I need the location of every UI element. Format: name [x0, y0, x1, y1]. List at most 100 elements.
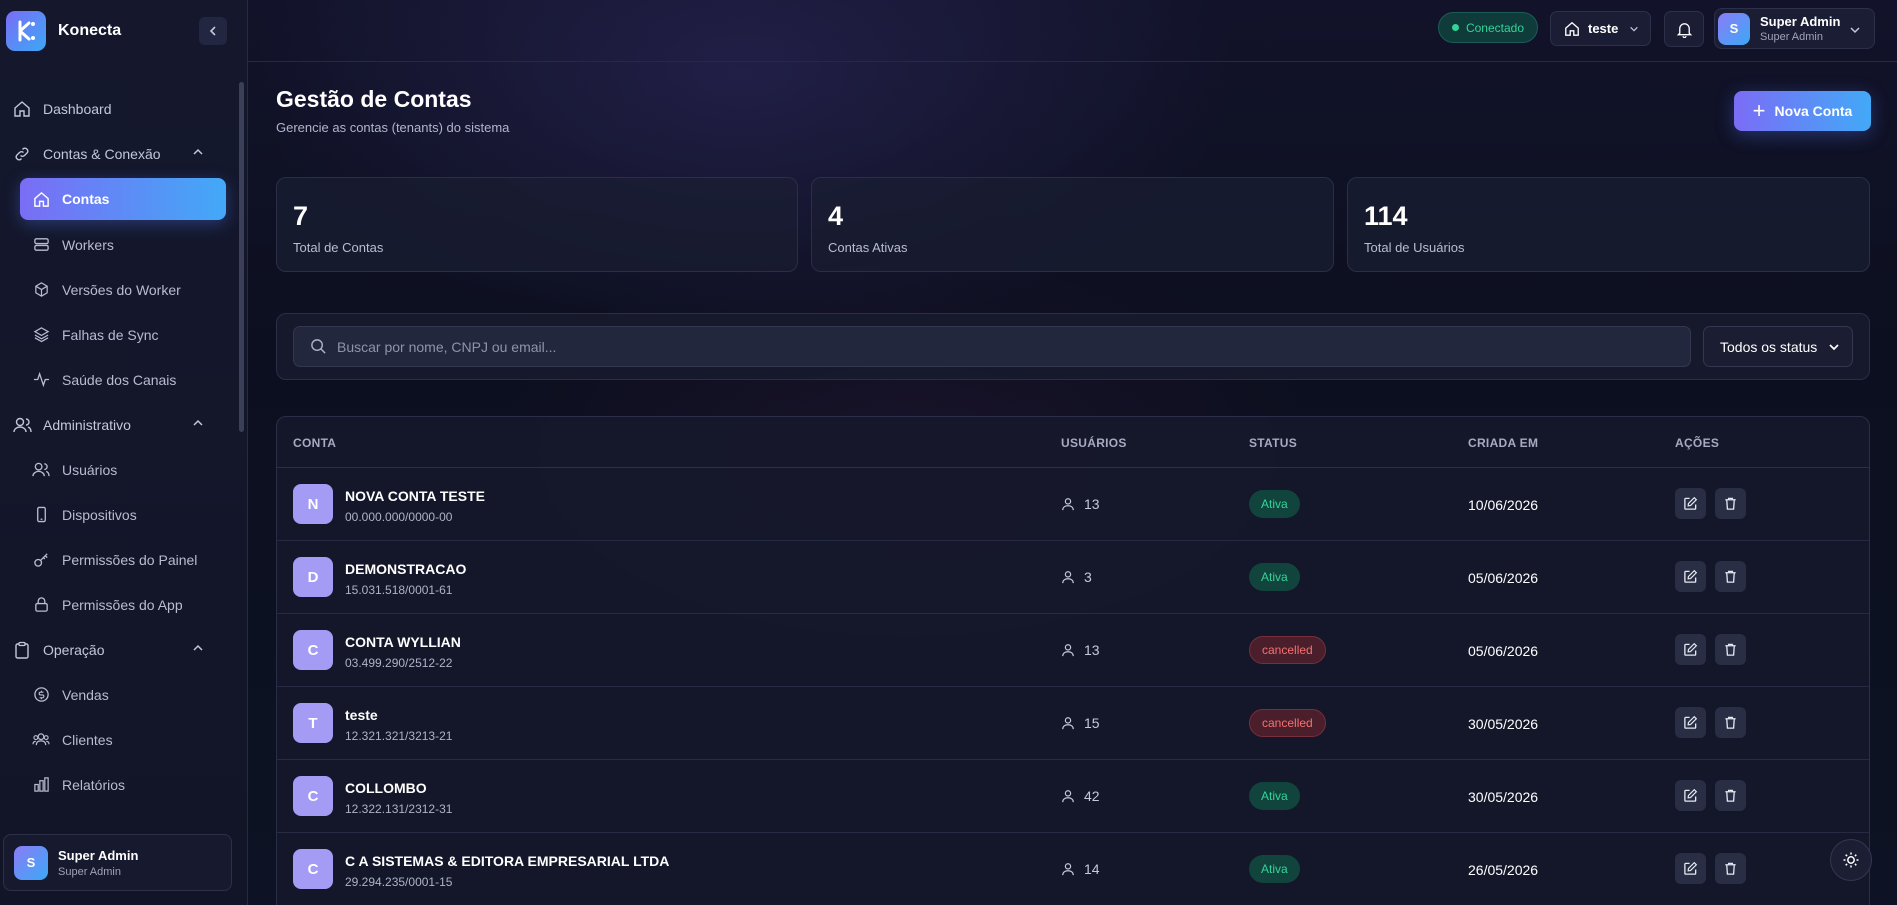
- connection-status-badge: Conectado: [1438, 12, 1538, 43]
- user-name: Super Admin: [58, 847, 139, 863]
- status-badge: cancelled: [1249, 636, 1326, 664]
- sidebar-scrollbar[interactable]: [239, 82, 244, 432]
- table-row[interactable]: C COLLOMBO 12.322.131/2312-31 42 Ativa 3…: [277, 760, 1869, 833]
- account-users-count: 13: [1084, 496, 1100, 512]
- account-created-date: 30/05/2026: [1468, 716, 1539, 732]
- home-icon: [1565, 21, 1579, 36]
- table-row[interactable]: D DEMONSTRACAO 15.031.518/0001-61 3 Ativ…: [277, 541, 1869, 614]
- sidebar-item-relatorios[interactable]: Relatórios: [0, 762, 240, 807]
- table-row[interactable]: T teste 12.321.321/3213-21 15 cancelled …: [277, 687, 1869, 760]
- home-icon: [12, 99, 32, 119]
- header-usuarios: USUÁRIOS: [1061, 436, 1127, 450]
- edit-button[interactable]: [1675, 707, 1706, 738]
- edit-button[interactable]: [1675, 488, 1706, 519]
- sidebar-item-dispositivos[interactable]: Dispositivos: [0, 492, 240, 537]
- sidebar-group-operacao[interactable]: Operação: [0, 627, 240, 672]
- app-name: Konecta: [58, 22, 122, 39]
- account-users: 3: [1061, 569, 1092, 585]
- stat-label: Total de Contas: [293, 240, 384, 255]
- new-account-label: Nova Conta: [1774, 103, 1853, 119]
- stat-card-total: 7 Total de Contas: [276, 177, 798, 272]
- sidebar-collapse-button[interactable]: [199, 17, 227, 45]
- user-role: Super Admin: [58, 865, 121, 878]
- header-acoes: AÇÕES: [1675, 436, 1720, 450]
- sidebar-item-falhas[interactable]: Falhas de Sync: [0, 312, 240, 357]
- sidebar-group-admin[interactable]: Administrativo: [0, 402, 240, 447]
- connection-status-label: Conectado: [1465, 20, 1525, 35]
- sidebar-item-perm-app[interactable]: Permissões do App: [0, 582, 240, 627]
- sidebar-item-label: Permissões do App: [62, 596, 183, 613]
- notifications-button[interactable]: [1664, 11, 1704, 47]
- account-name: COLLOMBO: [345, 780, 427, 796]
- edit-button[interactable]: [1675, 853, 1706, 884]
- sidebar-user-card[interactable]: S Super Admin Super Admin: [3, 834, 232, 891]
- smartphone-icon: [32, 506, 50, 524]
- search-input[interactable]: [337, 338, 1637, 355]
- account-avatar: C: [293, 849, 333, 889]
- status-badge: cancelled: [1249, 709, 1326, 737]
- clipboard-icon: [12, 640, 32, 660]
- table-row[interactable]: N NOVA CONTA TESTE 00.000.000/0000-00 13…: [277, 468, 1869, 541]
- status-badge: Ativa: [1249, 490, 1300, 518]
- delete-button[interactable]: [1715, 561, 1746, 592]
- sidebar: Konecta Dashboard Contas & Conexão Conta…: [0, 0, 248, 905]
- edit-icon: [1684, 861, 1698, 875]
- sidebar-item-dashboard[interactable]: Dashboard: [0, 86, 240, 131]
- sidebar-item-perm-painel[interactable]: Permissões do Painel: [0, 537, 240, 582]
- sidebar-item-label: Dispositivos: [62, 506, 137, 523]
- plus-icon: +: [1752, 98, 1766, 123]
- edit-button[interactable]: [1675, 561, 1706, 592]
- tenant-selector[interactable]: teste: [1550, 11, 1651, 46]
- sidebar-item-saude[interactable]: Saúde dos Canais: [0, 357, 240, 402]
- account-users: 42: [1061, 788, 1100, 804]
- account-document: 15.031.518/0001-61: [345, 583, 453, 597]
- account-users-count: 14: [1084, 861, 1100, 877]
- search-box[interactable]: [293, 326, 1691, 367]
- logo-icon[interactable]: [6, 11, 46, 51]
- sidebar-item-workers[interactable]: Workers: [0, 222, 240, 267]
- sidebar-item-usuarios[interactable]: Usuários: [0, 447, 240, 492]
- tenant-label: teste: [1588, 21, 1619, 36]
- theme-toggle-button[interactable]: [1830, 839, 1872, 881]
- sidebar-item-clientes[interactable]: Clientes: [0, 717, 240, 762]
- status-filter-select[interactable]: Todos os status: [1703, 326, 1853, 367]
- chevron-left-icon: [209, 26, 216, 36]
- app-root: Konecta Dashboard Contas & Conexão Conta…: [0, 0, 1897, 905]
- sidebar-item-vendas[interactable]: Vendas: [0, 672, 240, 717]
- sidebar-item-versoes[interactable]: Versões do Worker: [0, 267, 240, 312]
- new-account-button[interactable]: + Nova Conta: [1734, 91, 1871, 131]
- delete-button[interactable]: [1715, 707, 1746, 738]
- delete-button[interactable]: [1715, 780, 1746, 811]
- status-filter-value: Todos os status: [1720, 338, 1818, 355]
- edit-button[interactable]: [1675, 780, 1706, 811]
- sidebar-item-label: Dashboard: [43, 100, 112, 117]
- stat-label: Total de Usuários: [1364, 240, 1465, 255]
- avatar: S: [14, 845, 48, 880]
- sidebar-item-contas[interactable]: Contas: [20, 178, 226, 220]
- account-created-date: 30/05/2026: [1468, 789, 1539, 805]
- account-avatar: D: [293, 557, 333, 597]
- account-users-count: 15: [1084, 715, 1100, 731]
- users-icon: [32, 461, 50, 479]
- bell-icon: [1676, 22, 1692, 38]
- account-name: NOVA CONTA TESTE: [345, 488, 485, 504]
- page-subtitle: Gerencie as contas (tenants) do sistema: [276, 120, 510, 135]
- table-row[interactable]: C CONTA WYLLIAN 03.499.290/2512-22 13 ca…: [277, 614, 1869, 687]
- sidebar-group-contas[interactable]: Contas & Conexão: [0, 131, 240, 176]
- package-icon: [32, 281, 50, 299]
- account-users: 13: [1061, 642, 1100, 658]
- table-row[interactable]: C C A SISTEMAS & EDITORA EMPRESARIAL LTD…: [277, 833, 1869, 905]
- delete-button[interactable]: [1715, 488, 1746, 519]
- user-icon: [1062, 498, 1074, 511]
- trash-icon: [1725, 789, 1736, 802]
- delete-button[interactable]: [1715, 634, 1746, 665]
- delete-button[interactable]: [1715, 853, 1746, 884]
- server-icon: [32, 236, 50, 254]
- edit-button[interactable]: [1675, 634, 1706, 665]
- sidebar-item-label: Workers: [62, 236, 114, 253]
- user-menu[interactable]: S Super Admin Super Admin: [1714, 8, 1875, 49]
- status-badge: Ativa: [1249, 563, 1300, 591]
- account-document: 00.000.000/0000-00: [345, 510, 453, 524]
- accounts-table: CONTA USUÁRIOS STATUS CRIADA EM AÇÕES N …: [276, 416, 1870, 905]
- trash-icon: [1725, 643, 1736, 656]
